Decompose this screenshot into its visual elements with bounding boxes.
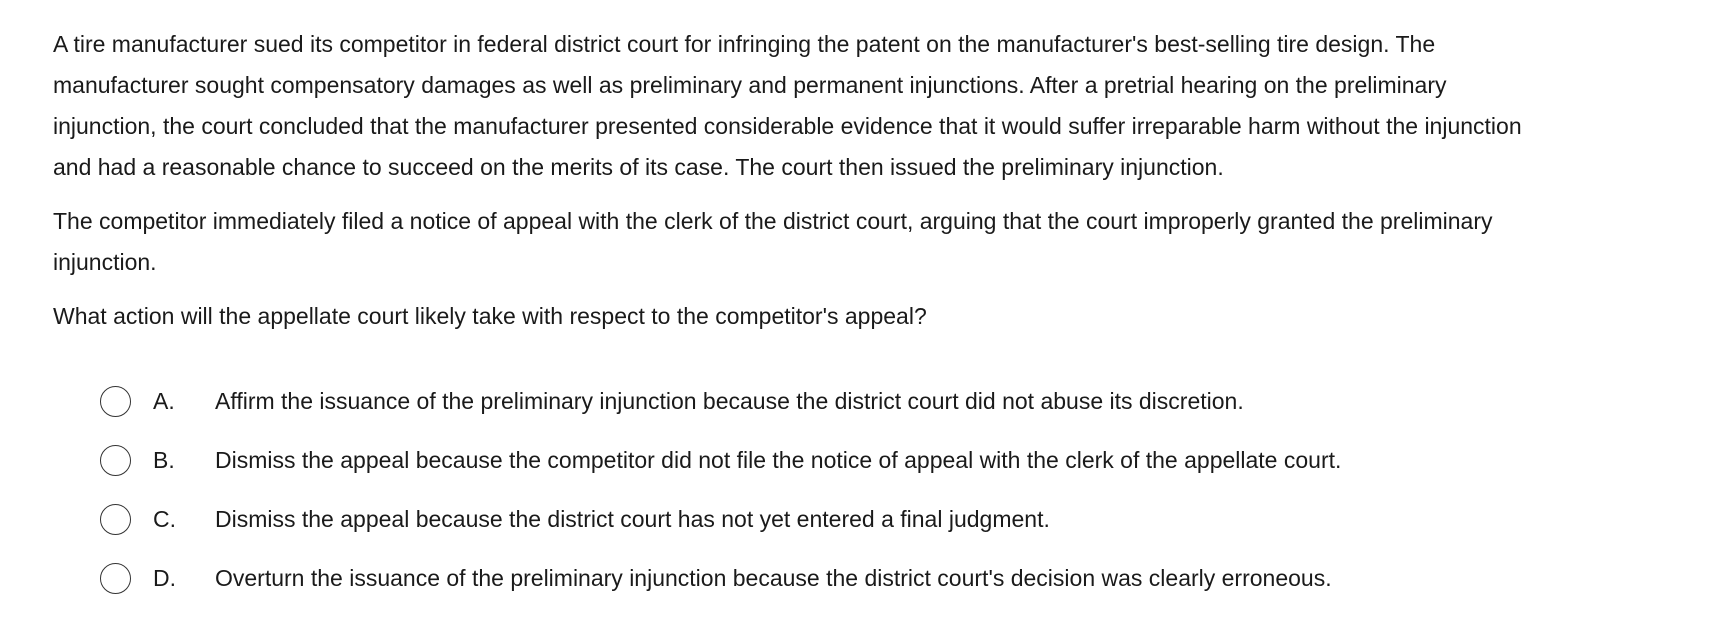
option-b[interactable]: B. Dismiss the appeal because the compet… <box>100 431 1700 490</box>
option-text: Dismiss the appeal because the competito… <box>215 447 1342 473</box>
stem-line: The competitor immediately filed a notic… <box>53 208 1493 234</box>
option-letter: B. <box>153 447 175 473</box>
radio-button-c[interactable] <box>100 504 131 535</box>
radio-button-a[interactable] <box>100 386 131 417</box>
radio-button-d[interactable] <box>100 563 131 594</box>
option-letter: C. <box>153 506 176 532</box>
stem-line: A tire manufacturer sued its competitor … <box>53 31 1436 57</box>
question-stem: A tire manufacturer sued its competitor … <box>53 24 1713 337</box>
stem-paragraph-1: A tire manufacturer sued its competitor … <box>53 24 1713 188</box>
option-text: Dismiss the appeal because the district … <box>215 506 1050 532</box>
option-text: Affirm the issuance of the preliminary i… <box>215 388 1244 414</box>
option-letter: D. <box>153 565 176 591</box>
option-a[interactable]: A. Affirm the issuance of the preliminar… <box>100 372 1700 431</box>
stem-paragraph-2: The competitor immediately filed a notic… <box>53 201 1713 283</box>
radio-button-b[interactable] <box>100 445 131 476</box>
option-c[interactable]: C. Dismiss the appeal because the distri… <box>100 490 1700 549</box>
option-d[interactable]: D. Overturn the issuance of the prelimin… <box>100 549 1700 608</box>
option-letter: A. <box>153 388 175 414</box>
stem-line: manufacturer sought compensatory damages… <box>53 72 1447 98</box>
stem-line: injunction. <box>53 249 157 275</box>
stem-line: injunction, the court concluded that the… <box>53 113 1522 139</box>
question-prompt: What action will the appellate court lik… <box>53 303 927 329</box>
stem-line: and had a reasonable chance to succeed o… <box>53 154 1224 180</box>
option-text: Overturn the issuance of the preliminary… <box>215 565 1332 591</box>
answer-options: A. Affirm the issuance of the preliminar… <box>100 372 1700 608</box>
